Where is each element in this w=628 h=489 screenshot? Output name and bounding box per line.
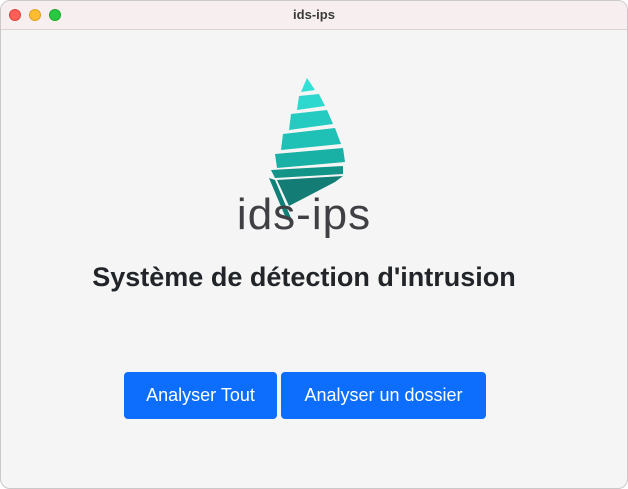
logo-wordmark: ids-ips [236,190,372,239]
app-window: ids-ips ids-ips Système de détection d'i… [0,0,628,489]
main-content: ids-ips Système de détection d'intrusion… [1,30,627,488]
title-bar[interactable]: ids-ips [1,1,627,30]
window-title: ids-ips [293,7,335,22]
analyze-folder-button[interactable]: Analyser un dossier [281,372,486,419]
page-title: Système de détection d'intrusion [92,262,516,292]
analyze-all-button[interactable]: Analyser Tout [124,372,277,419]
